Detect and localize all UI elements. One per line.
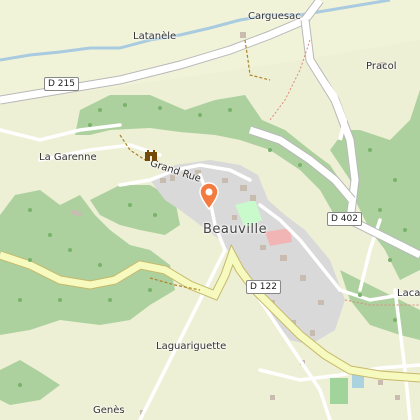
place-label-carguesac: Carguesac [248,11,301,22]
place-label-latanele: Latanèle [133,31,177,42]
place-label-genes: Genès [93,405,125,416]
place-label-laguariguette: Laguariguette [156,341,227,352]
town-label-beauville: Beauville [203,222,268,237]
place-label-laca: Laca [397,288,420,299]
map-canvas[interactable]: Carguesac Latanèle Pracol La Garenne Gra… [0,0,420,420]
map-layers [0,0,420,420]
castle-icon[interactable] [144,149,158,161]
place-label-la-garenne: La Garenne [39,152,97,163]
place-label-pracol: Pracol [366,61,397,72]
road-shield-d122: D 122 [246,280,281,294]
road-shield-d215: D 215 [44,77,79,91]
road-shield-d402: D 402 [327,212,362,226]
map-pin-icon[interactable] [198,182,220,210]
